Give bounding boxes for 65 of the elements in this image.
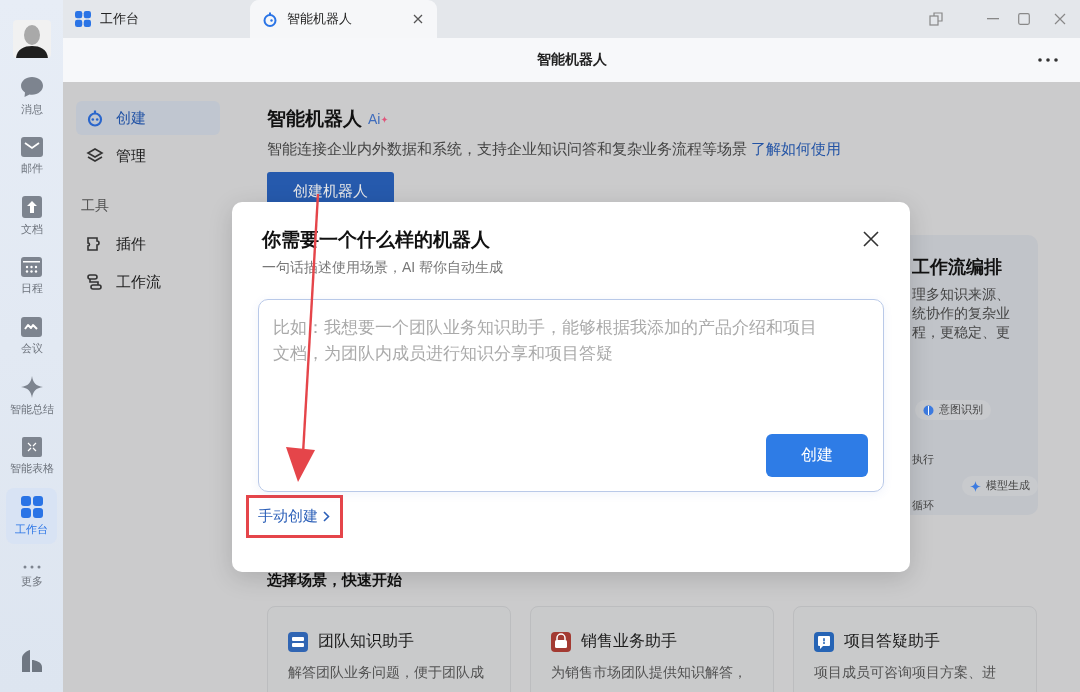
section-heading: 选择场景，快速开始 bbox=[267, 571, 403, 590]
app-logo-icon[interactable] bbox=[21, 650, 42, 672]
grid-icon bbox=[20, 495, 43, 518]
section-label: 工具 bbox=[80, 196, 110, 215]
sparkle-icon bbox=[20, 375, 43, 398]
robot-icon bbox=[86, 109, 104, 127]
card-title: 团队知识助手 bbox=[318, 631, 414, 651]
robot-icon bbox=[262, 11, 278, 27]
node-label: 模型生成 bbox=[986, 479, 1030, 493]
page-title: 智能机器人 bbox=[536, 51, 607, 69]
scenario-card[interactable]: 项目答疑助手 项目成员可咨询项目方案、进 bbox=[793, 606, 1037, 692]
layers-icon bbox=[86, 147, 104, 165]
calendar-icon bbox=[21, 256, 42, 277]
minimize-icon[interactable] bbox=[987, 18, 999, 20]
heading: 智能机器人 bbox=[267, 107, 362, 131]
rail-item[interactable]: 会议 bbox=[6, 308, 57, 364]
scenario-card[interactable]: 团队知识助手 解答团队业务问题，便于团队成 bbox=[267, 606, 511, 692]
create-button[interactable]: 创建 bbox=[766, 434, 868, 477]
close-icon[interactable] bbox=[413, 14, 423, 24]
card-description: 为销售市场团队提供知识解答， bbox=[551, 664, 748, 682]
nav-item[interactable]: 管理 bbox=[76, 139, 220, 173]
nav-item[interactable]: 工作流 bbox=[76, 265, 220, 299]
restore-icon[interactable] bbox=[929, 12, 943, 26]
help-link[interactable]: 了解如何使用 bbox=[751, 141, 841, 157]
description: 智能连接企业内外数据和系统，支持企业知识问答和复杂业务流程等场景 了解如何使用 bbox=[267, 140, 842, 159]
card-description: 解答团队业务问题，便于团队成 bbox=[288, 664, 485, 682]
manual-create-link[interactable]: 手动创建 bbox=[258, 507, 330, 526]
mail-icon bbox=[20, 136, 43, 157]
rail-item[interactable]: 更多 bbox=[6, 548, 57, 604]
rail-item[interactable]: 日程 bbox=[6, 248, 57, 304]
table-icon bbox=[21, 436, 42, 457]
node-label: 循环 bbox=[912, 499, 934, 513]
more-icon[interactable] bbox=[1038, 58, 1058, 62]
rail-item[interactable]: 消息 bbox=[6, 68, 57, 124]
tab[interactable]: 工作台 bbox=[63, 0, 250, 38]
tab[interactable]: 智能机器人 bbox=[250, 0, 437, 38]
maximize-icon[interactable] bbox=[1018, 13, 1030, 25]
rail-item[interactable]: 智能表格 bbox=[6, 428, 57, 484]
chevron-icon bbox=[323, 511, 330, 522]
rail-item[interactable]: 工作台 bbox=[6, 488, 57, 544]
card-description: 项目成员可咨询项目方案、进 bbox=[814, 664, 997, 682]
node-label: 意图识别 bbox=[939, 403, 983, 417]
chat-icon bbox=[19, 75, 44, 98]
rail-item[interactable]: 智能总结 bbox=[6, 368, 57, 424]
avatar[interactable] bbox=[12, 20, 51, 58]
more-icon bbox=[21, 563, 42, 570]
sparkle-icon bbox=[381, 115, 389, 123]
sparkle-icon bbox=[970, 480, 981, 492]
ai-label: Ai bbox=[368, 111, 389, 127]
meeting-icon bbox=[21, 316, 42, 337]
workflow-icon bbox=[86, 273, 104, 291]
document-icon bbox=[21, 195, 42, 218]
card-title: 项目答疑助手 bbox=[844, 631, 940, 651]
card-title: 销售业务助手 bbox=[581, 631, 677, 651]
scenario-card[interactable]: 销售业务助手 为销售市场团队提供知识解答， bbox=[530, 606, 774, 692]
rail-item[interactable]: 文档 bbox=[6, 188, 57, 244]
close-icon[interactable] bbox=[862, 230, 880, 248]
rail-item[interactable]: 邮件 bbox=[6, 128, 57, 184]
nav-item[interactable]: 创建 bbox=[76, 101, 220, 135]
card-description: 理多知识来源、 统协作的复杂业 程，更稳定、更 bbox=[912, 286, 1011, 342]
grid-icon bbox=[75, 11, 91, 27]
card-title: 工作流编排 bbox=[912, 256, 1003, 279]
node-label: 执行 bbox=[912, 453, 934, 467]
prompt-field[interactable]: 比如：我想要一个团队业务知识助手，能够根据我添加的产品介绍和项目文档，为团队内成员进行知识分享和项目答疑 创建 bbox=[258, 299, 884, 492]
nav-item[interactable]: 插件 bbox=[76, 227, 220, 261]
